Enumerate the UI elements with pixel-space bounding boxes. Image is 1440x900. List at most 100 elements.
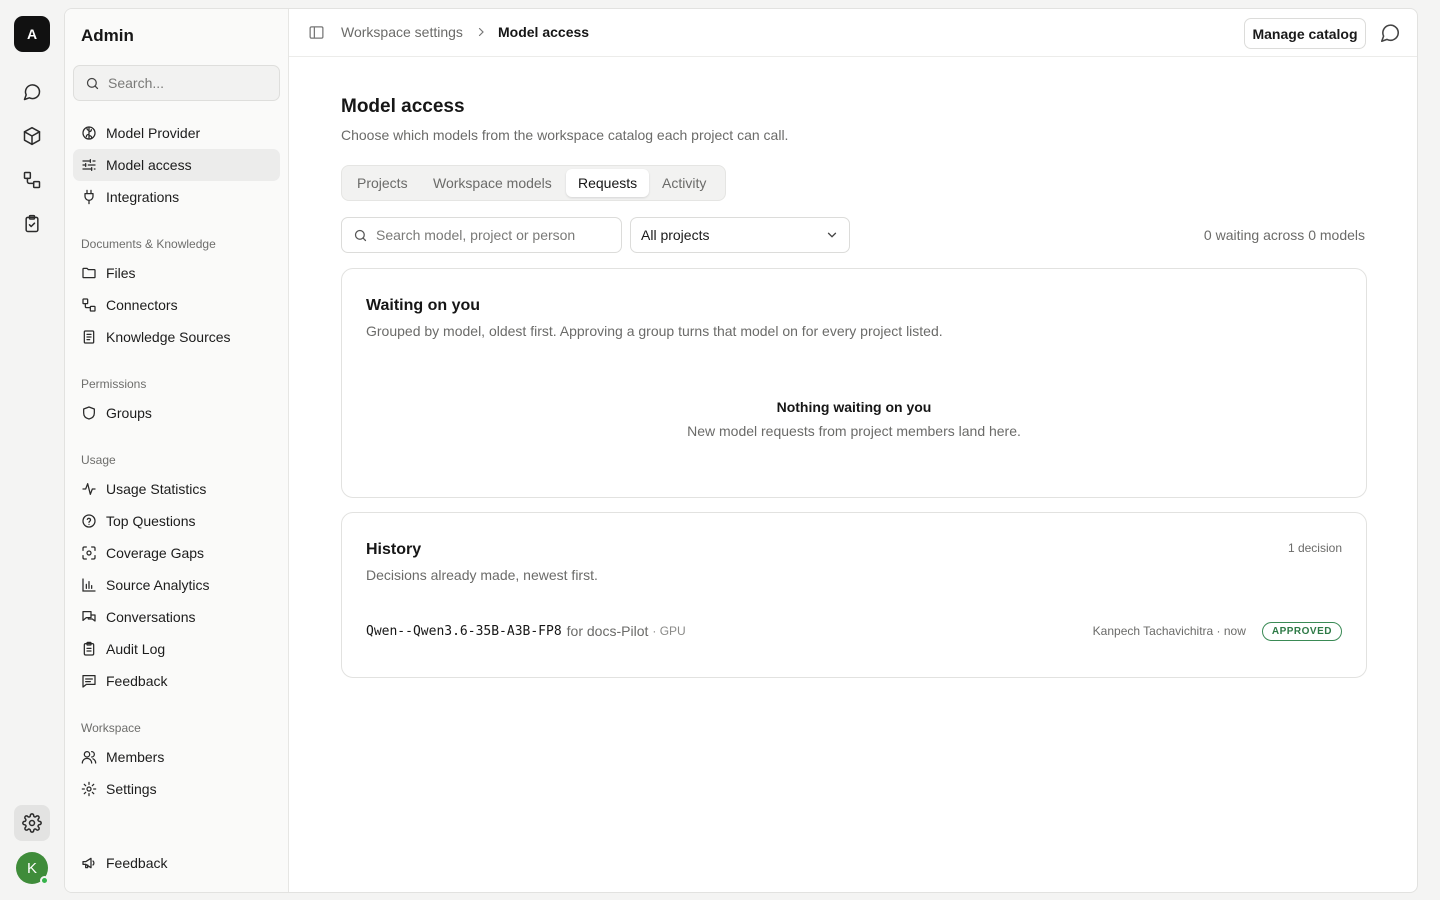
breadcrumb-workspace-settings[interactable]: Workspace settings — [341, 24, 463, 40]
history-meta: · GPU — [652, 624, 686, 638]
sidebar-item-label: Top Questions — [106, 513, 196, 529]
sidebar-item-label: Groups — [106, 405, 152, 421]
sidebar-title: Admin — [81, 26, 134, 45]
megaphone-icon — [81, 855, 97, 871]
scan-icon — [81, 545, 97, 561]
sidebar-search[interactable] — [73, 65, 280, 101]
sidebar-item-label: Audit Log — [106, 641, 166, 657]
chevron-down-icon — [825, 228, 839, 242]
sidebar-item-connectors[interactable]: Connectors — [73, 289, 280, 321]
sidebar-item-source-analytics[interactable]: Source Analytics — [73, 569, 280, 601]
workflow-icon[interactable] — [14, 162, 50, 198]
sidebar-item-conversations[interactable]: Conversations — [73, 601, 280, 633]
section-heading-documents: Documents & Knowledge — [81, 237, 216, 251]
admin-sidebar: Admin Model Provider Model access Integr… — [65, 9, 289, 892]
sidebar-item-label: Members — [106, 749, 165, 765]
sidebar-item-label: Source Analytics — [106, 577, 210, 593]
help-circle-icon — [81, 513, 97, 529]
sidebar-item-model-provider[interactable]: Model Provider — [73, 117, 280, 149]
tab-workspace-models[interactable]: Workspace models — [421, 169, 564, 197]
request-search[interactable] — [341, 217, 622, 253]
sidebar-item-label: Model Provider — [106, 125, 201, 141]
sidebar-item-label: Files — [106, 265, 136, 281]
connector-icon — [81, 297, 97, 313]
request-search-input[interactable] — [376, 227, 611, 243]
sidebar-item-label: Feedback — [106, 855, 168, 871]
bar-chart-icon — [81, 577, 97, 593]
book-icon — [81, 329, 97, 345]
sidebar-item-label: Coverage Gaps — [106, 545, 205, 561]
chevron-right-icon — [475, 26, 487, 38]
sidebar-item-label: Conversations — [106, 609, 196, 625]
history-model: Qwen--Qwen3.6-35B-A3B-FP8 — [366, 623, 562, 639]
chat-icon[interactable] — [14, 74, 50, 110]
section-heading-permissions: Permissions — [81, 377, 147, 391]
clipboard-list-icon — [81, 641, 97, 657]
sidebar-item-label: Model access — [106, 157, 192, 173]
sidebar-item-members[interactable]: Members — [73, 741, 280, 773]
workspace-logo[interactable]: A — [14, 16, 50, 52]
waiting-subtitle: Grouped by model, oldest first. Approvin… — [366, 323, 943, 339]
history-row[interactable]: Qwen--Qwen3.6-35B-A3B-FP8 for docs-Pilot… — [366, 619, 1342, 643]
history-row-right: Kanpech Tachavichitra · now APPROVED — [1092, 621, 1342, 641]
history-title: History — [366, 541, 422, 558]
sidebar-item-files[interactable]: Files — [73, 257, 280, 289]
sidebar-item-label: Knowledge Sources — [106, 329, 231, 345]
empty-state-subtitle: New model requests from project members … — [687, 423, 1021, 439]
tab-bar: Projects Workspace models Requests Activ… — [341, 165, 726, 201]
sidebar-item-label: Connectors — [106, 297, 178, 313]
page-title: Model access — [341, 96, 465, 117]
breadcrumb-current: Model access — [498, 24, 590, 40]
waiting-card: Waiting on you Grouped by model, oldest … — [341, 268, 1367, 498]
box-icon[interactable] — [14, 118, 50, 154]
sidebar-search-input[interactable] — [108, 75, 268, 91]
app-panel: Admin Model Provider Model access Integr… — [64, 8, 1418, 893]
manage-catalog-button[interactable]: Manage catalog — [1244, 18, 1366, 49]
sidebar-item-feedback[interactable]: Feedback — [73, 665, 280, 697]
history-count: 1 decision — [1287, 541, 1342, 555]
messages-icon — [81, 609, 97, 625]
shield-icon — [81, 405, 97, 421]
sidebar-item-coverage-gaps[interactable]: Coverage Gaps — [73, 537, 280, 569]
chat-bubble-icon[interactable] — [1379, 22, 1401, 44]
gear-icon[interactable] — [14, 805, 50, 841]
search-icon — [85, 76, 100, 91]
sidebar-item-audit-log[interactable]: Audit Log — [73, 633, 280, 665]
sidebar-footer-feedback[interactable]: Feedback — [73, 847, 280, 879]
section-heading-usage: Usage — [81, 453, 116, 467]
sidebar-toggle-icon[interactable] — [308, 24, 325, 41]
empty-state-title: Nothing waiting on you — [776, 399, 932, 415]
tab-requests[interactable]: Requests — [566, 169, 650, 197]
sidebar-item-integrations[interactable]: Integrations — [73, 181, 280, 213]
sidebar-item-top-questions[interactable]: Top Questions — [73, 505, 280, 537]
main-content: Workspace settings Model access Manage c… — [289, 9, 1417, 892]
search-icon — [353, 228, 368, 243]
brain-icon — [81, 125, 97, 141]
top-bar: Workspace settings Model access Manage c… — [289, 9, 1417, 57]
users-icon — [81, 749, 97, 765]
sidebar-item-usage-statistics[interactable]: Usage Statistics — [73, 473, 280, 505]
plug-icon — [81, 189, 97, 205]
app-rail: A K — [0, 0, 64, 900]
sidebar-item-label: Integrations — [106, 189, 180, 205]
project-filter-select[interactable]: All projects — [630, 217, 850, 253]
section-heading-workspace: Workspace — [81, 721, 141, 735]
history-project: for docs-Pilot — [566, 623, 649, 639]
activity-icon — [81, 481, 97, 497]
message-square-text-icon — [81, 673, 97, 689]
sidebar-item-label: Feedback — [106, 673, 168, 689]
history-subtitle: Decisions already made, newest first. — [366, 567, 598, 583]
online-status-dot — [40, 876, 49, 885]
sidebar-item-settings[interactable]: Settings — [73, 773, 280, 805]
sidebar-item-groups[interactable]: Groups — [73, 397, 280, 429]
status-badge: APPROVED — [1261, 621, 1342, 641]
page-subtitle: Choose which models from the workspace c… — [341, 127, 789, 143]
clipboard-check-icon[interactable] — [14, 206, 50, 242]
history-decider: Kanpech Tachavichitra · now — [1092, 624, 1246, 638]
sidebar-item-knowledge-sources[interactable]: Knowledge Sources — [73, 321, 280, 353]
sidebar-item-model-access[interactable]: Model access — [73, 149, 280, 181]
project-filter-value: All projects — [641, 227, 710, 243]
history-card: History 1 decision Decisions already mad… — [341, 512, 1367, 678]
tab-activity[interactable]: Activity — [650, 169, 718, 197]
tab-projects[interactable]: Projects — [345, 169, 420, 197]
